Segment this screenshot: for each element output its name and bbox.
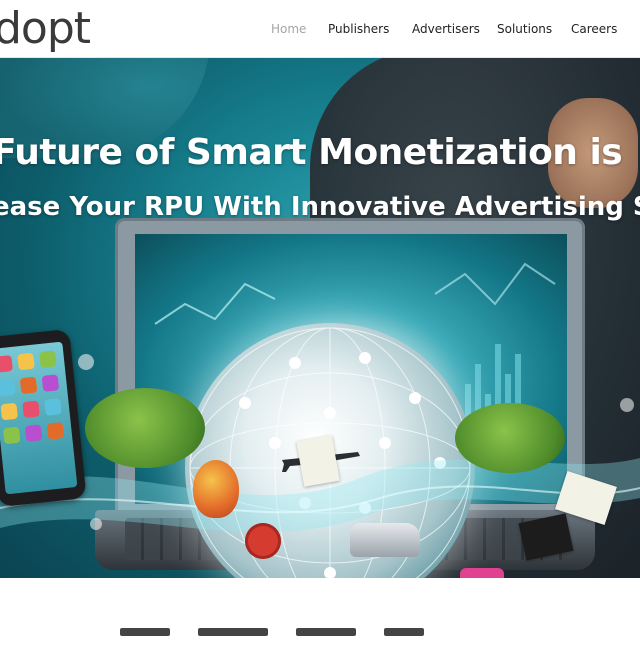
bubble: [620, 398, 634, 412]
top-navbar: dopt Home Publishers Advertisers Solutio…: [0, 0, 640, 58]
heading-fragment: [296, 628, 356, 636]
photo-card: [296, 435, 340, 487]
hero-subtitle: ease Your RPU With Innovative Advertisin…: [0, 191, 640, 222]
hot-air-balloon-illustration: [193, 460, 239, 518]
nav-home-link[interactable]: Home: [271, 22, 306, 36]
phone-screen: [0, 341, 78, 495]
app-icon: [19, 376, 38, 395]
app-icon: [2, 426, 21, 445]
below-hero-section: [0, 578, 640, 640]
nav-publishers-link[interactable]: Publishers: [328, 22, 389, 36]
section-heading-partial: [120, 628, 540, 640]
brand-logo[interactable]: dopt: [0, 4, 91, 54]
hero-banner: Future of Smart Monetization is ease You…: [0, 58, 640, 578]
app-icon: [44, 398, 62, 416]
camera-icon: [460, 568, 504, 578]
app-icon: [17, 352, 35, 371]
app-icon: [0, 402, 18, 421]
bubble: [78, 354, 94, 370]
tree-illustration: [85, 388, 205, 468]
app-icon: [41, 374, 60, 392]
nav-solutions-link[interactable]: Solutions: [497, 22, 552, 36]
app-icon: [24, 424, 43, 442]
nav-advertisers-link[interactable]: Advertisers: [412, 22, 480, 36]
hero-title: Future of Smart Monetization is: [0, 132, 623, 174]
app-icon: [22, 400, 40, 419]
tree-illustration: [455, 403, 565, 473]
car-illustration: [350, 523, 420, 557]
heading-fragment: [198, 628, 268, 636]
alarm-clock-icon: [245, 523, 281, 559]
app-icon: [39, 350, 57, 369]
smartphone-illustration: [0, 328, 87, 508]
app-icon: [46, 422, 65, 440]
heading-fragment: [384, 628, 424, 636]
app-icon: [0, 355, 13, 373]
app-icon: [0, 378, 16, 397]
heading-fragment: [120, 628, 170, 636]
bubble: [90, 518, 102, 530]
nav-careers-link[interactable]: Careers: [571, 22, 617, 36]
